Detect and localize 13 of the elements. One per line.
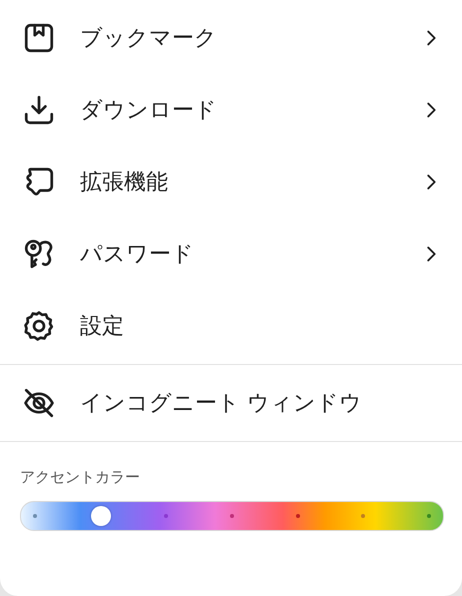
- menu-item[interactable]: インコグニート ウィンドウ: [0, 367, 462, 439]
- section-label: アクセントカラー: [20, 468, 141, 487]
- menu-item[interactable]: 設定: [0, 290, 462, 362]
- eye-slash-icon: [22, 386, 56, 420]
- menu-item[interactable]: 拡張機能: [0, 146, 462, 218]
- menu-item[interactable]: ダウンロード: [0, 74, 462, 146]
- menu-item[interactable]: ブックマーク: [0, 2, 462, 74]
- settings-icon: [22, 309, 56, 343]
- download-icon: [22, 93, 56, 127]
- slider-thumb[interactable]: [91, 506, 112, 526]
- menu-item[interactable]: パスワード: [0, 218, 462, 290]
- bookmark-icon: [22, 21, 56, 55]
- accent-color-slider[interactable]: [20, 501, 444, 531]
